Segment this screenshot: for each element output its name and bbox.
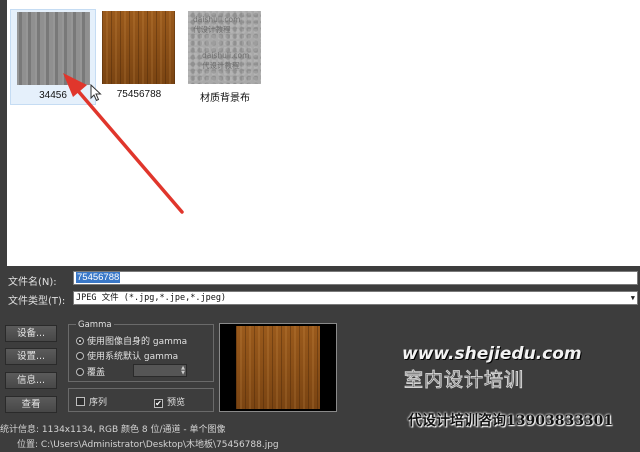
file-list-pane[interactable]: 34456 75456788 daishuli.com 代设计教程 daishu… — [7, 0, 640, 266]
spinner-down-icon[interactable]: ▼ — [181, 371, 185, 376]
sequence-checkbox[interactable]: 序列 — [76, 395, 107, 408]
gamma-option-label: 覆盖 — [87, 368, 106, 378]
gamma-option-label: 使用图像自身的 gamma — [87, 337, 188, 347]
gamma-option-system[interactable]: 使用系统默认 gamma — [76, 349, 178, 362]
radio-icon — [76, 368, 84, 376]
gamma-option-override[interactable]: 覆盖 — [76, 365, 105, 378]
filename-label: 文件名(N): — [8, 277, 57, 288]
image-preview — [219, 323, 337, 412]
watermark-contact: 代设计培训咨询13903833301 — [408, 413, 614, 429]
filetype-label: 文件类型(T): — [8, 296, 66, 307]
devices-button[interactable]: 设备... — [5, 325, 57, 342]
checkbox-checked-icon: ✔ — [154, 399, 163, 408]
filename-value: 75456788 — [76, 272, 121, 283]
info-button[interactable]: 信息... — [5, 372, 57, 389]
gamma-option-image[interactable]: 使用图像自身的 gamma — [76, 334, 187, 347]
watermark-url: www.shejiedu.com — [402, 344, 582, 364]
setup-button[interactable]: 设置... — [5, 348, 57, 365]
radio-icon — [76, 352, 84, 360]
checkbox-label: 序列 — [89, 398, 108, 408]
annotation-arrow-icon — [63, 73, 184, 214]
watermark-brand: 室内设计培训 — [403, 369, 525, 392]
radio-selected-icon — [76, 337, 84, 345]
view-button[interactable]: 查看 — [5, 396, 57, 413]
chevron-down-icon: ▼ — [630, 294, 635, 302]
filename-input[interactable]: 75456788 — [73, 271, 638, 285]
preview-image — [236, 326, 320, 409]
checkbox-icon — [76, 397, 85, 406]
image-location: 位置: C:\Users\Administrator\Desktop\木地板\7… — [17, 440, 279, 450]
filetype-value: JPEG 文件 (*.jpg,*.jpe,*.jpeg) — [76, 293, 227, 303]
gamma-override-spinner[interactable]: ▲ ▼ — [133, 364, 187, 377]
image-stats: 统计信息: 1134x1134, RGB 颜色 8 位/通道 - 单个图像 — [0, 425, 226, 435]
checkbox-label: 预览 — [167, 398, 186, 408]
preview-checkbox[interactable]: ✔ 预览 — [154, 395, 185, 408]
filetype-select[interactable]: JPEG 文件 (*.jpg,*.jpe,*.jpeg) ▼ — [73, 291, 638, 305]
gamma-group-title: Gamma — [76, 320, 114, 330]
gamma-option-label: 使用系统默认 gamma — [87, 352, 179, 362]
